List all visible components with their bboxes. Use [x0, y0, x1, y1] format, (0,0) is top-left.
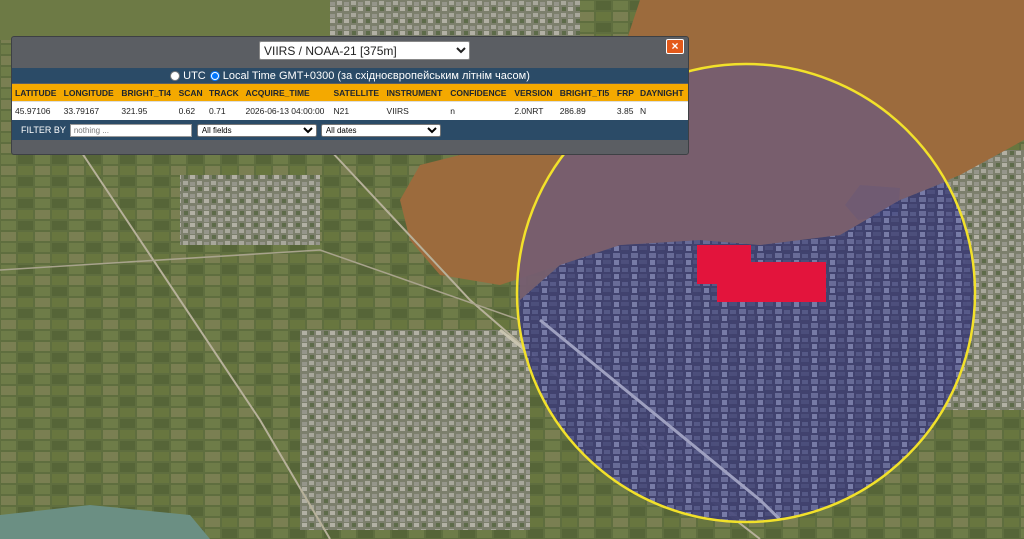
local-time-option[interactable]: Local Time GMT+0300 (за східноєвропейськ… — [209, 69, 530, 82]
local-time-label: Local Time GMT+0300 (за східноєвропейськ… — [222, 69, 530, 82]
column-header[interactable]: SATELLITE — [330, 84, 384, 102]
local-time-radio[interactable] — [209, 70, 220, 81]
table-cell: 0.71 — [206, 101, 243, 120]
sensor-select[interactable]: VIIRS / NOAA-21 [375m] — [259, 41, 470, 60]
fire-data-table: LATITUDE LONGITUDE BRIGHT_TI4 SCAN TRACK ACQU… — [12, 84, 688, 120]
table-cell: VIIRS — [383, 101, 448, 120]
utc-label: UTC — [183, 69, 206, 82]
close-button[interactable]: × — [666, 39, 684, 54]
table-cell: 2.0NRT — [511, 101, 557, 120]
table-cell: 0.62 — [175, 101, 207, 120]
dates-select[interactable]: All dates — [320, 123, 441, 137]
filter-input[interactable] — [69, 123, 192, 137]
panel-header: VIIRS / NOAA-21 [375m] × — [12, 37, 688, 67]
table-cell: N — [636, 101, 688, 120]
fire-info-panel: VIIRS / NOAA-21 [375m] × UTC Local Time … — [11, 36, 689, 155]
column-header[interactable]: ACQUIRE_TIME — [242, 84, 331, 102]
close-icon: × — [671, 39, 679, 53]
column-header[interactable]: TRACK — [206, 84, 243, 102]
column-header[interactable]: DAYNIGHT — [636, 84, 688, 102]
fields-select[interactable]: All fields — [196, 123, 317, 137]
filter-bar: FILTER BY All fields All dates — [12, 120, 688, 140]
column-header[interactable]: SCAN — [175, 84, 207, 102]
table-row[interactable]: 45.97106 33.79167 321.95 0.62 0.71 2026-06-13… — [12, 101, 688, 120]
table-cell: n — [447, 101, 512, 120]
table-cell: 33.79167 — [60, 101, 119, 120]
column-header[interactable]: CONFIDENCE — [447, 84, 512, 102]
column-header[interactable]: FRP — [613, 84, 637, 102]
table-header-row: LATITUDE LONGITUDE BRIGHT_TI4 SCAN TRACK ACQU… — [12, 84, 688, 102]
town-top — [330, 0, 580, 40]
column-header[interactable]: VERSION — [511, 84, 557, 102]
utc-radio[interactable] — [170, 70, 181, 81]
column-header[interactable]: INSTRUMENT — [383, 84, 448, 102]
farmland-top — [0, 0, 330, 40]
column-header[interactable]: LONGITUDE — [60, 84, 119, 102]
table-cell: 45.97106 — [12, 101, 61, 120]
column-header[interactable]: BRIGHT_TI5 — [556, 84, 614, 102]
town-south — [300, 330, 530, 530]
time-mode-bar: UTC Local Time GMT+0300 (за східноєвропе… — [12, 68, 688, 83]
column-header[interactable]: LATITUDE — [12, 84, 61, 102]
utc-option[interactable]: UTC — [170, 70, 206, 82]
table-cell: 2026-06-13 04:00:00 — [242, 101, 331, 120]
table-cell: 286.89 — [556, 101, 614, 120]
table-cell: 3.85 — [613, 101, 637, 120]
table-cell: N21 — [330, 101, 384, 120]
column-header[interactable]: BRIGHT_TI4 — [118, 84, 176, 102]
town-left — [180, 175, 320, 245]
filter-label: FILTER BY — [21, 125, 66, 135]
table-cell: 321.95 — [118, 101, 176, 120]
